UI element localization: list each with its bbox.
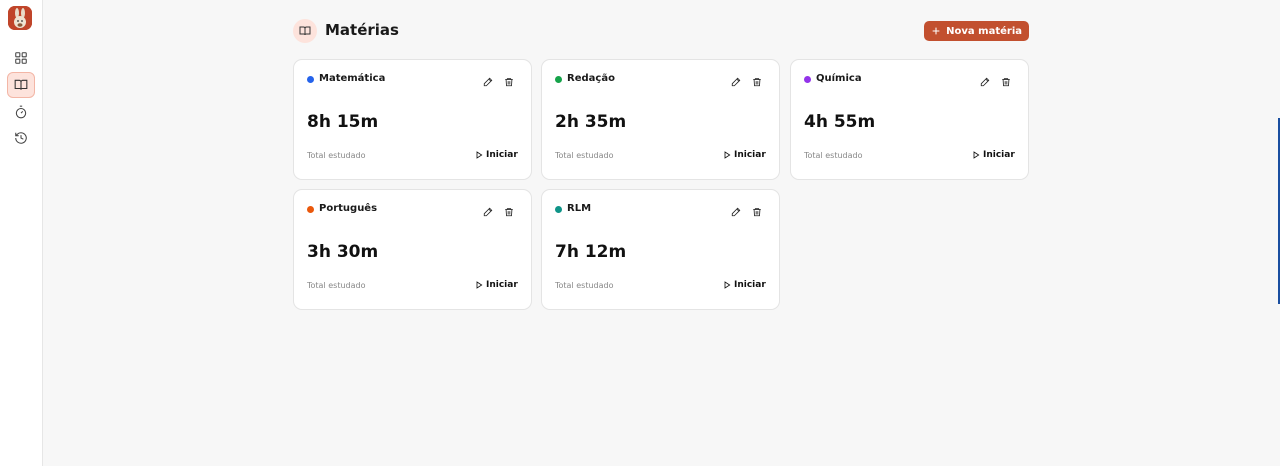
play-icon	[476, 281, 483, 289]
total-studied-label: Total estudado	[555, 151, 614, 160]
play-icon	[973, 151, 980, 159]
subject-name: Matemática	[319, 73, 386, 84]
edit-subject-button[interactable]	[482, 76, 494, 88]
pencil-icon	[731, 77, 741, 87]
play-icon	[724, 151, 731, 159]
subject-card[interactable]: Português 3h 30m Total estudado Iniciar	[293, 189, 532, 310]
subject-total-time: 3h 30m	[307, 242, 379, 262]
subject-total-time: 4h 55m	[804, 112, 876, 132]
timer-icon	[15, 105, 27, 119]
start-label: Iniciar	[486, 280, 518, 290]
edit-subject-button[interactable]	[482, 206, 494, 218]
trash-icon	[505, 78, 513, 87]
book-icon	[14, 79, 28, 90]
trash-icon	[753, 208, 761, 217]
start-subject-button[interactable]: Iniciar	[723, 280, 766, 290]
subject-card[interactable]: Química 4h 55m Total estudado Iniciar	[790, 59, 1029, 180]
total-studied-label: Total estudado	[307, 151, 366, 160]
trash-icon	[1002, 78, 1010, 87]
subject-total-time: 7h 12m	[555, 242, 627, 262]
edit-subject-button[interactable]	[730, 206, 742, 218]
trash-icon	[753, 78, 761, 87]
delete-subject-button[interactable]	[503, 206, 515, 218]
subject-card[interactable]: Matemática 8h 15m Total estudado Iniciar	[293, 59, 532, 180]
start-label: Iniciar	[734, 150, 766, 160]
subject-color-dot	[555, 206, 562, 213]
trash-icon	[505, 208, 513, 217]
start-label: Iniciar	[486, 150, 518, 160]
app-logo[interactable]	[8, 6, 32, 30]
page-title: Matérias	[325, 21, 399, 39]
start-subject-button[interactable]: Iniciar	[723, 150, 766, 160]
subject-color-dot	[804, 76, 811, 83]
nav-dashboard[interactable]	[7, 45, 35, 71]
subject-name: Química	[816, 73, 862, 84]
sidebar	[0, 0, 43, 466]
pencil-icon	[483, 77, 493, 87]
delete-subject-button[interactable]	[751, 76, 763, 88]
subject-total-time: 2h 35m	[555, 112, 627, 132]
subject-name: Português	[319, 203, 378, 214]
pencil-icon	[731, 207, 741, 217]
subject-color-dot	[307, 76, 314, 83]
subject-total-time: 8h 15m	[307, 112, 379, 132]
total-studied-label: Total estudado	[307, 281, 366, 290]
nav-history[interactable]	[7, 125, 35, 151]
delete-subject-button[interactable]	[503, 76, 515, 88]
nav-timer[interactable]	[7, 99, 35, 125]
nav-subjects[interactable]	[7, 72, 35, 98]
new-subject-label: Nova matéria	[946, 25, 1022, 37]
pencil-icon	[980, 77, 990, 87]
delete-subject-button[interactable]	[751, 206, 763, 218]
page-header: Matérias Nova matéria	[293, 19, 1029, 43]
subject-name: Redação	[567, 73, 615, 84]
start-subject-button[interactable]: Iniciar	[475, 280, 518, 290]
subject-color-dot	[555, 76, 562, 83]
plus-icon	[932, 27, 940, 35]
subject-card[interactable]: RLM 7h 12m Total estudado Iniciar	[541, 189, 780, 310]
start-label: Iniciar	[983, 150, 1015, 160]
play-icon	[724, 281, 731, 289]
delete-subject-button[interactable]	[1000, 76, 1012, 88]
header-book-badge	[293, 19, 317, 43]
edit-subject-button[interactable]	[979, 76, 991, 88]
subject-color-dot	[307, 206, 314, 213]
total-studied-label: Total estudado	[555, 281, 614, 290]
history-icon	[15, 132, 27, 144]
rabbit-logo-icon	[8, 6, 32, 30]
pencil-icon	[483, 207, 493, 217]
play-icon	[476, 151, 483, 159]
subject-card[interactable]: Redação 2h 35m Total estudado Iniciar	[541, 59, 780, 180]
grid-icon	[15, 52, 27, 64]
total-studied-label: Total estudado	[804, 151, 863, 160]
start-label: Iniciar	[734, 280, 766, 290]
start-subject-button[interactable]: Iniciar	[475, 150, 518, 160]
book-icon	[299, 26, 311, 36]
edit-subject-button[interactable]	[730, 76, 742, 88]
subject-name: RLM	[567, 203, 592, 214]
new-subject-button[interactable]: Nova matéria	[924, 21, 1029, 41]
start-subject-button[interactable]: Iniciar	[972, 150, 1015, 160]
